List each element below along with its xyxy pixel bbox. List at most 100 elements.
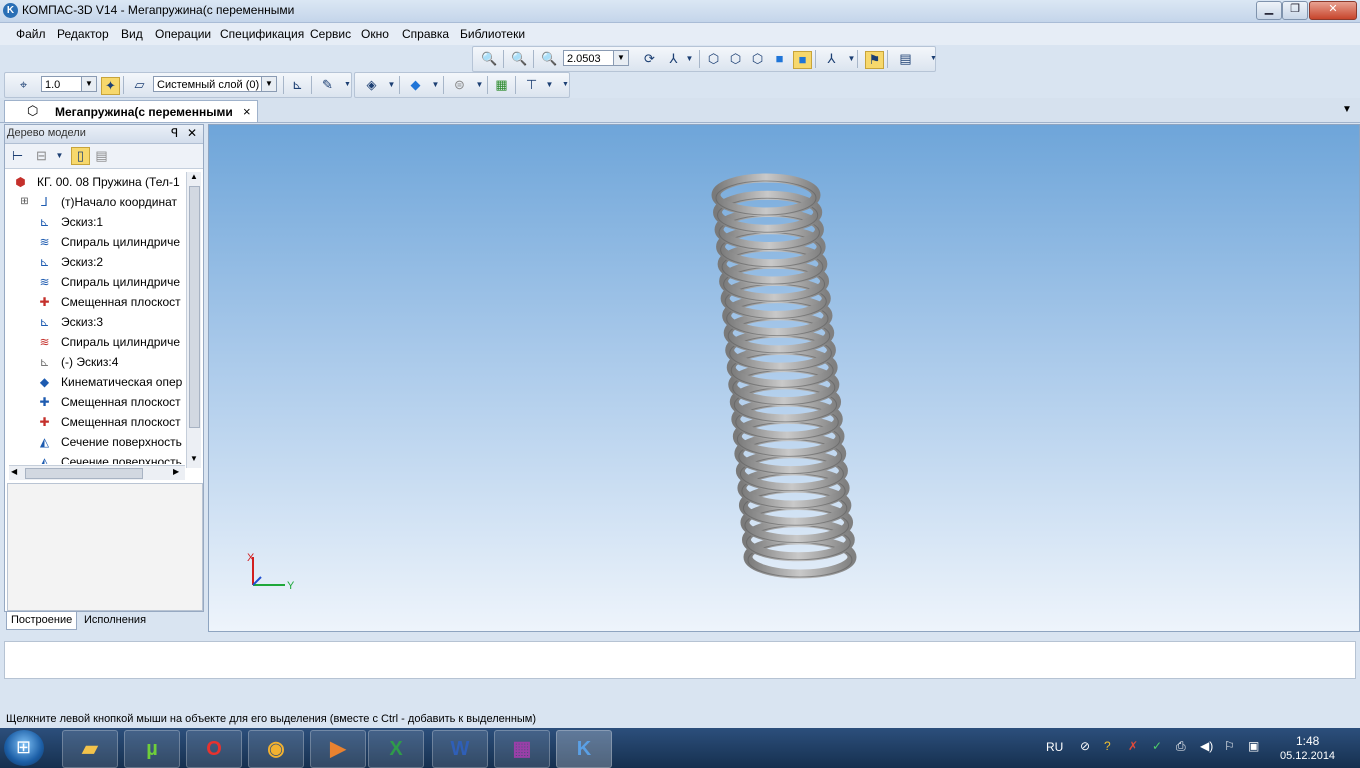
tree-list-icon[interactable]: ▤: [93, 148, 110, 164]
tree-vertical-scrollbar[interactable]: ▲ ▼: [186, 172, 201, 468]
restore-button[interactable]: ❐: [1282, 1, 1308, 20]
chevron-down-icon[interactable]: ▼: [261, 77, 276, 91]
layer-combo[interactable]: Системный слой (0) ▼: [153, 76, 277, 92]
snaps-icon[interactable]: ✦: [101, 77, 120, 95]
close-icon[interactable]: ×: [243, 104, 251, 119]
scroll-right-icon[interactable]: ▶: [173, 467, 179, 476]
chevron-down-icon[interactable]: ▼: [81, 77, 96, 91]
tree-item[interactable]: ⊞ ⅃ (т)Начало координат: [5, 192, 183, 212]
tab-executions[interactable]: Исполнения: [80, 612, 150, 629]
sketch-icon[interactable]: ⊾: [289, 77, 306, 93]
action-center-icon[interactable]: ⚐: [1224, 739, 1235, 753]
tabs-menu-icon[interactable]: ▼: [1342, 104, 1352, 115]
menu-service[interactable]: Сервис: [310, 27, 351, 41]
close-icon[interactable]: ✕: [187, 126, 197, 140]
shaded-edges-icon[interactable]: ■: [793, 51, 812, 69]
menu-help[interactable]: Справка: [402, 27, 449, 41]
kompas-logo-icon[interactable]: K: [3, 3, 18, 18]
tree-view-icon[interactable]: ▯: [71, 147, 90, 165]
zoom-scale-icon[interactable]: 🔍: [511, 51, 528, 67]
pin-icon[interactable]: ꟼ: [171, 126, 178, 140]
properties-panel[interactable]: [4, 641, 1356, 679]
tree-item[interactable]: ≋ Спираль цилиндриче: [5, 272, 183, 292]
component-icon[interactable]: ▦: [493, 77, 510, 93]
scroll-up-icon[interactable]: ▲: [190, 172, 198, 181]
minimize-button[interactable]: ▁: [1256, 1, 1282, 20]
media-player-icon[interactable]: ▶: [310, 730, 366, 768]
menu-operations[interactable]: Операции: [155, 27, 211, 41]
tree-filter-icon[interactable]: ⊟: [33, 148, 50, 164]
array-icon[interactable]: ⊜: [451, 77, 468, 93]
tree-item[interactable]: ⊾ Эскиз:2: [5, 252, 183, 272]
tree-item[interactable]: ✚ Смещенная плоскост: [5, 292, 183, 312]
shaded-icon[interactable]: ■: [771, 51, 788, 67]
expand-icon[interactable]: ⊞: [17, 195, 32, 209]
scroll-down-icon[interactable]: ▼: [190, 454, 198, 463]
tree-item[interactable]: ◭ Сечение поверхность: [5, 432, 183, 452]
excel-icon[interactable]: X: [368, 730, 424, 768]
tray-device-icon[interactable]: ⎙: [1176, 739, 1186, 754]
scroll-thumb[interactable]: [25, 468, 143, 479]
toolbar-options-icon[interactable]: ▼: [557, 77, 574, 93]
tree-item[interactable]: ⊾ Эскиз:1: [5, 212, 183, 232]
chevron-down-icon[interactable]: ▼: [427, 77, 444, 93]
start-button[interactable]: ⊞: [4, 730, 44, 766]
hidden-lines-icon[interactable]: ⬡: [727, 51, 744, 67]
network-icon[interactable]: ▣: [1248, 739, 1259, 753]
tray-antivirus-icon[interactable]: ✓: [1152, 739, 1162, 753]
tree-item[interactable]: ≋ Спираль цилиндриче: [5, 232, 183, 252]
chevron-down-icon[interactable]: ▼: [681, 51, 698, 67]
chevron-down-icon[interactable]: ▼: [541, 77, 558, 93]
chevron-down-icon[interactable]: ▼: [383, 77, 400, 93]
scroll-thumb[interactable]: [189, 186, 200, 428]
opera-icon[interactable]: O: [186, 730, 242, 768]
scroll-left-icon[interactable]: ◀: [11, 467, 17, 476]
volume-icon[interactable]: ◀): [1200, 739, 1213, 753]
tree-item[interactable]: ⊾ (-) Эскиз:4: [5, 352, 183, 372]
menu-specification[interactable]: Спецификация: [220, 27, 304, 41]
snap-step-icon[interactable]: ⌖: [15, 77, 32, 93]
language-indicator[interactable]: RU: [1046, 740, 1063, 754]
tree-item[interactable]: ✚ Смещенная плоскост: [5, 412, 183, 432]
clock-time[interactable]: 1:48: [1296, 734, 1319, 748]
zoom-combo[interactable]: 2.0503 ▼: [563, 50, 629, 66]
chevron-down-icon[interactable]: ▼: [613, 51, 628, 65]
toolbar-options-icon[interactable]: ▼: [925, 51, 942, 67]
menu-view[interactable]: Вид: [121, 27, 143, 41]
tree-item[interactable]: ≋ Спираль цилиндриче: [5, 332, 183, 352]
tray-help-icon[interactable]: ?: [1104, 739, 1111, 753]
menu-editor[interactable]: Редактор: [57, 27, 109, 41]
tray-flag-icon[interactable]: ✗: [1128, 739, 1138, 753]
properties-icon[interactable]: ▤: [897, 51, 914, 67]
utorrent-icon[interactable]: µ: [124, 730, 180, 768]
perspective-icon[interactable]: ⅄: [823, 51, 840, 67]
orientation-icon[interactable]: ⅄: [665, 51, 682, 67]
doc-tab[interactable]: ⬡ Мегапружина(с переменными ×: [4, 100, 258, 122]
wireframe-icon[interactable]: ⬡: [705, 51, 722, 67]
kompas-icon[interactable]: K: [556, 730, 612, 768]
tree-root[interactable]: ⬢ КГ. 00. 08 Пружина (Тел-1: [5, 172, 183, 192]
tab-construction[interactable]: Построение: [6, 612, 78, 630]
model-viewport[interactable]: X Y: [208, 124, 1360, 632]
step-combo[interactable]: 1.0 ▼: [41, 76, 97, 92]
layer-icon[interactable]: ▱: [131, 77, 148, 93]
word-icon[interactable]: W: [432, 730, 488, 768]
spring-model[interactable]: X Y: [209, 125, 1359, 631]
explorer-icon[interactable]: ▰: [62, 730, 118, 768]
chrome-icon[interactable]: ◉: [248, 730, 304, 768]
tree-structure-icon[interactable]: ⊢: [9, 148, 26, 164]
menu-file[interactable]: Файл: [16, 27, 46, 41]
chevron-down-icon[interactable]: ▼: [471, 77, 488, 93]
chevron-down-icon[interactable]: ▼: [51, 148, 68, 164]
tree-item[interactable]: ◆ Кинематическая опер: [5, 372, 183, 392]
surface-icon[interactable]: ◆: [407, 77, 424, 93]
tree-horizontal-scrollbar[interactable]: ◀ ▶: [9, 465, 185, 480]
hidden-thin-icon[interactable]: ⬡: [749, 51, 766, 67]
edit-icon[interactable]: ✎: [319, 77, 336, 93]
close-button[interactable]: ✕: [1309, 1, 1357, 20]
rotate-icon[interactable]: ⟳: [641, 51, 658, 67]
zoom-in-icon[interactable]: 🔍: [541, 51, 558, 67]
tree-item[interactable]: ⊾ Эскиз:3: [5, 312, 183, 332]
show-all-icon[interactable]: ⚑: [865, 51, 884, 69]
dimension-icon[interactable]: ⊤: [523, 77, 540, 93]
